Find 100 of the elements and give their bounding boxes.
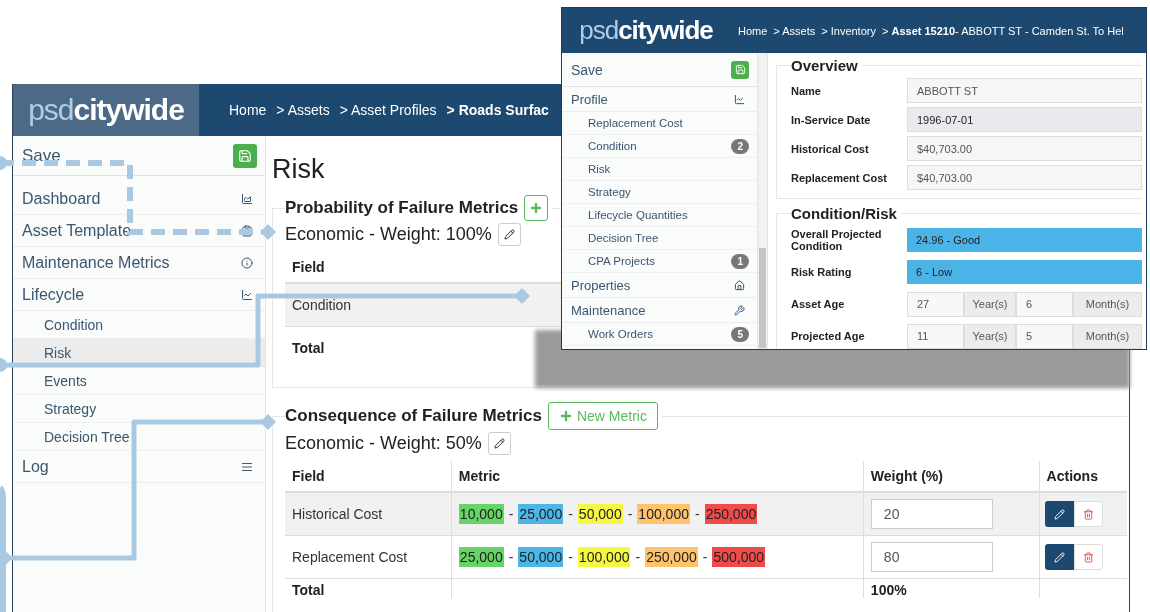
months-field[interactable]: 5 [1016,323,1073,349]
delete-button[interactable] [1073,544,1103,570]
rating-bar: 24.96 - Good [907,228,1142,252]
plus-icon [558,409,573,423]
metric-tag: 250,000 [704,504,758,524]
field-label: Overall Projected Condition [791,228,883,252]
field-label: Historical Cost [791,142,870,155]
metric-tag: 250,000 [645,547,698,567]
dash: - [694,506,700,522]
field-label: Asset Age [791,298,846,310]
unit-label: Month(s) [1073,323,1142,349]
list-icon [241,460,253,473]
wrench-icon [734,304,745,316]
nav-subitem[interactable]: Strategy [562,181,757,204]
weight-label: Economic - Weight: 50% [285,433,482,454]
breadcrumb-link[interactable]: > Roads Surfac [446,102,549,118]
page-title: Risk [272,154,325,185]
table-cell: Total [285,578,452,598]
section-title: Probability of Failure Metrics [285,198,519,218]
nav-item[interactable]: Lifecycle [13,279,265,311]
nav-subitem[interactable]: Decision Tree [13,423,265,451]
metric-tag: 25,000 [458,547,504,567]
nav-subitem[interactable]: Work Orders 5 [562,323,757,346]
save-label[interactable]: Save [571,61,603,78]
unit-label: Year(s) [964,291,1016,317]
breadcrumb-link[interactable]: > Asset 15210- ABBOTT ST - Camden St. To Hel [881,24,1124,37]
edit-button[interactable] [497,223,521,246]
nav-item[interactable]: Maintenance Metrics [13,247,265,279]
table-cell: 100% [863,578,1040,598]
nav-item[interactable]: Properties [562,273,757,298]
breadcrumb-link[interactable]: > Inventory [821,24,876,37]
months-field[interactable]: 6 [1016,291,1073,317]
breadcrumb-link[interactable]: > Assets [276,102,330,118]
nav-item[interactable]: Log [13,451,265,483]
metric-tag: 100,000 [577,547,631,567]
years-field[interactable]: 11 [907,323,964,349]
count-badge: 5 [731,326,749,342]
scrollbar[interactable] [758,53,767,349]
field-label: Replacement Cost [791,171,888,184]
save-icon[interactable] [233,143,257,168]
logo: psdcitywide [579,15,713,46]
dash: - [508,549,514,565]
edit-button[interactable] [487,432,511,455]
table-cell: Historical Cost [285,492,452,536]
unit-label: Month(s) [1073,291,1142,317]
nav-subitem[interactable]: Lifecycle Quantities [562,204,757,227]
edit-button[interactable] [1044,501,1074,527]
metric-tag: 10,000 [458,504,504,524]
breadcrumb-link[interactable]: Home [229,102,267,118]
info-icon [241,256,253,269]
metric-tag: 100,000 [637,504,690,524]
dash: - [508,506,514,522]
section-title: Condition/Risk [791,205,898,222]
home-icon [734,279,745,291]
field-label: In-Service Date [791,113,872,126]
pencil-icon [1053,551,1065,563]
pencil-icon [503,229,515,240]
edit-button[interactable] [1044,544,1074,570]
count-badge: 2 [731,138,749,154]
metric-tag: 50,000 [518,547,564,567]
nav-item[interactable]: Maintenance [562,298,757,323]
dash: - [635,549,641,565]
metric-tag: 500,000 [712,547,765,567]
save-icon[interactable] [731,60,749,79]
breadcrumb-link[interactable]: Home [738,24,768,37]
text-field[interactable]: ABBOTT ST [907,78,1142,103]
nav-subitem[interactable]: Condition 2 [562,135,757,158]
unit-label: Year(s) [964,323,1016,349]
years-field[interactable]: 27 [907,291,964,317]
nav-subitem[interactable]: CPA Projects 1 [562,250,757,273]
trash-icon [1082,508,1094,520]
section-title: Overview [791,57,859,74]
dash: - [568,549,573,565]
area-chart-icon [241,192,253,205]
nav-subitem[interactable]: Risk [562,158,757,181]
section-title: Consequence of Failure Metrics [285,406,542,426]
nav-item[interactable]: Asset Template [13,215,265,247]
weight-input[interactable]: 80 [870,542,993,572]
weight-input[interactable]: 20 [870,499,993,529]
metric-tag: 25,000 [518,504,564,524]
nav-subitem[interactable]: Decision Tree [562,227,757,250]
nav-item[interactable]: Profile [562,87,757,112]
table-cell: Replacement Cost [285,535,452,579]
nav-subitem[interactable]: Replacement Cost [562,112,757,135]
field-label: Name [791,84,822,97]
delete-button[interactable] [1073,501,1103,527]
nav-subitem[interactable]: Events [13,367,265,395]
trash-icon [1082,551,1094,563]
breadcrumb-link[interactable]: > Asset Profiles [339,102,437,118]
field-label: Risk Rating [791,266,853,278]
plus-icon [529,201,544,215]
nav-item[interactable]: Dashboard [13,183,265,215]
pencil-icon [493,438,505,449]
text-field[interactable]: $40,703.00 [907,136,1142,161]
rating-bar: 6 - Low [907,260,1142,284]
text-field[interactable]: $40,703.00 [907,165,1142,190]
count-badge: 1 [731,253,749,269]
metric-tag: 50,000 [577,504,623,524]
breadcrumb-link[interactable]: > Assets [773,24,816,37]
dash: - [627,506,633,522]
